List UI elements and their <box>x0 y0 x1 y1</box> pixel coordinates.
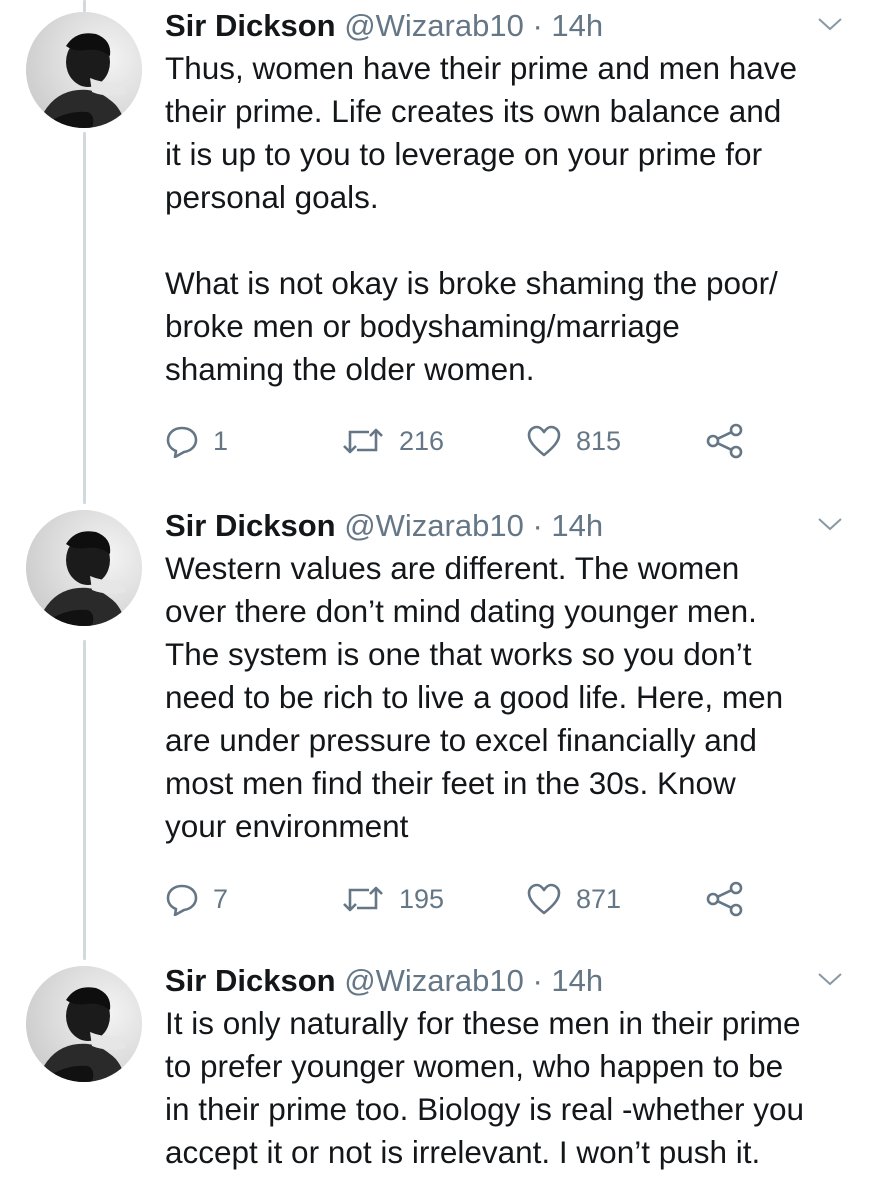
retweet-count: 195 <box>399 883 445 914</box>
author-name[interactable]: Sir Dickson <box>165 8 336 43</box>
like-count: 815 <box>576 425 622 456</box>
reply-icon <box>166 884 198 916</box>
action-bar: 1 216 815 <box>165 421 765 461</box>
reply-count: 1 <box>213 425 229 456</box>
reply-button[interactable]: 1 <box>165 421 228 461</box>
tweet[interactable]: Sir Dickson @Wizarab10 · 14h Thus, women… <box>0 0 873 500</box>
tweet-text: Thus, women have their prime and men hav… <box>165 50 798 387</box>
like-button[interactable]: 815 <box>526 421 621 461</box>
share-icon <box>706 423 743 459</box>
timestamp[interactable]: 14h <box>551 8 603 43</box>
retweet-icon <box>343 428 383 454</box>
author-name[interactable]: Sir Dickson <box>165 963 336 998</box>
action-bar: 7 195 871 <box>165 879 765 919</box>
like-button[interactable]: 871 <box>526 879 621 919</box>
retweet-icon <box>343 886 383 912</box>
chevron-down-icon[interactable] <box>815 9 845 39</box>
retweet-count: 216 <box>399 425 445 456</box>
share-icon <box>706 881 743 917</box>
avatar[interactable] <box>26 510 142 626</box>
heart-icon <box>527 425 561 457</box>
timestamp[interactable]: 14h <box>551 508 603 543</box>
tweet-text: Western values are different. The women … <box>165 550 784 844</box>
chevron-down-icon[interactable] <box>815 964 845 994</box>
separator-dot: · <box>532 508 543 543</box>
reply-count: 7 <box>213 883 229 914</box>
tweet[interactable]: Sir Dickson @Wizarab10 · 14h It is only … <box>0 960 873 1200</box>
tweet-text: It is only naturally for these men in th… <box>165 1005 805 1170</box>
separator-dot: · <box>532 963 543 998</box>
retweet-button[interactable]: 216 <box>341 421 444 461</box>
reply-button[interactable]: 7 <box>165 879 228 919</box>
tweet-header: Sir Dickson @Wizarab10 · 14h <box>165 505 849 547</box>
heart-icon <box>527 883 561 915</box>
author-handle[interactable]: @Wizarab10 <box>344 508 524 543</box>
author-handle[interactable]: @Wizarab10 <box>344 963 524 998</box>
avatar[interactable] <box>26 966 142 1082</box>
retweet-button[interactable]: 195 <box>341 879 444 919</box>
share-button[interactable] <box>705 879 745 919</box>
tweet-header: Sir Dickson @Wizarab10 · 14h <box>165 960 849 1002</box>
like-count: 871 <box>576 883 622 914</box>
tweet[interactable]: Sir Dickson @Wizarab10 · 14h Western val… <box>0 505 873 955</box>
share-button[interactable] <box>705 421 745 461</box>
chevron-down-icon[interactable] <box>815 509 845 539</box>
reply-icon <box>166 426 198 458</box>
tweet-header: Sir Dickson @Wizarab10 · 14h <box>165 5 849 47</box>
author-name[interactable]: Sir Dickson <box>165 508 336 543</box>
avatar[interactable] <box>26 12 142 128</box>
timestamp[interactable]: 14h <box>551 963 603 998</box>
separator-dot: · <box>532 8 543 43</box>
author-handle[interactable]: @Wizarab10 <box>344 8 524 43</box>
